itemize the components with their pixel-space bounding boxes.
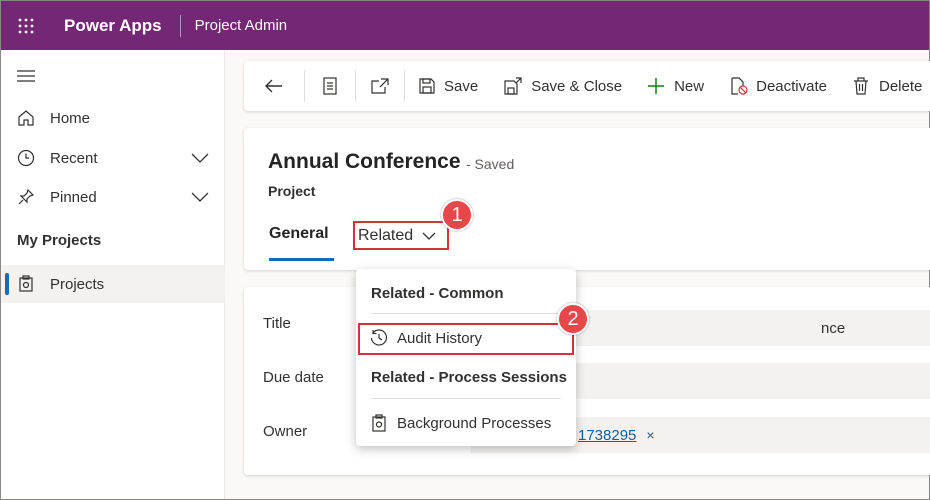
project-icon bbox=[16, 274, 36, 294]
home-icon bbox=[16, 108, 36, 128]
form-icon bbox=[323, 77, 337, 95]
header-divider bbox=[179, 14, 181, 37]
delete-button[interactable]: Delete bbox=[853, 61, 922, 111]
chevron-down-icon bbox=[422, 227, 436, 245]
back-button[interactable] bbox=[244, 61, 304, 111]
hamburger-icon[interactable] bbox=[17, 69, 35, 87]
field-label-due-date: Due date bbox=[263, 369, 324, 386]
pop-out-icon bbox=[371, 78, 389, 94]
menu-divider bbox=[371, 398, 561, 399]
plus-icon bbox=[648, 78, 665, 94]
audit-history-highlight bbox=[358, 323, 574, 355]
command-bar: Save Save & Close New Deactivate Delete bbox=[244, 61, 930, 111]
record-title: Annual Conference bbox=[268, 150, 461, 173]
record-header: Annual Conference - Saved Project Genera… bbox=[244, 128, 930, 270]
delete-label: Delete bbox=[878, 77, 923, 95]
sidebar: Home Recent Pinned My Projects Projects bbox=[1, 50, 225, 499]
tab-related[interactable]: Related bbox=[353, 221, 449, 250]
related-menu: Related - Common Audit History Related -… bbox=[356, 269, 576, 446]
deactivate-icon bbox=[730, 77, 748, 95]
sidebar-item-home[interactable]: Home bbox=[1, 99, 225, 137]
new-button[interactable]: New bbox=[648, 61, 704, 111]
owner-lookup-link[interactable]: 1738295 bbox=[578, 427, 636, 444]
entity-name: Project bbox=[268, 183, 316, 199]
save-label: Save bbox=[444, 77, 479, 95]
save-icon bbox=[419, 78, 435, 94]
sidebar-item-pinned[interactable]: Pinned bbox=[1, 178, 225, 216]
chevron-down-icon[interactable] bbox=[191, 150, 209, 167]
open-new-window-button[interactable] bbox=[356, 61, 404, 111]
chevron-down-icon[interactable] bbox=[191, 189, 209, 206]
active-tab-indicator bbox=[269, 258, 334, 261]
deactivate-button[interactable]: Deactivate bbox=[730, 61, 827, 111]
field-label-title: Title bbox=[263, 315, 291, 332]
save-button[interactable]: Save bbox=[419, 61, 478, 111]
menu-item-label: Background Processes bbox=[397, 414, 552, 432]
tab-general[interactable]: General bbox=[269, 225, 329, 243]
menu-item-background-processes[interactable]: Background Processes bbox=[370, 412, 551, 434]
tab-related-label: Related bbox=[358, 226, 414, 244]
sidebar-item-label: Projects bbox=[50, 275, 105, 293]
save-close-icon bbox=[504, 77, 522, 95]
deactivate-label: Deactivate bbox=[756, 77, 827, 95]
form-view-button[interactable] bbox=[305, 61, 355, 111]
sidebar-item-projects[interactable]: Projects bbox=[1, 265, 225, 303]
sidebar-section-title: My Projects bbox=[17, 232, 102, 249]
menu-group-common: Related - Common bbox=[371, 285, 504, 302]
new-label: New bbox=[674, 77, 705, 95]
save-status: - Saved bbox=[466, 156, 515, 172]
save-close-button[interactable]: Save & Close bbox=[504, 61, 622, 111]
remove-owner-icon[interactable]: × bbox=[646, 427, 654, 443]
app-header: Power Apps Project Admin bbox=[1, 1, 929, 50]
menu-group-process-sessions: Related - Process Sessions bbox=[371, 369, 567, 386]
field-label-owner: Owner bbox=[263, 423, 308, 440]
app-name[interactable]: Power Apps bbox=[64, 16, 162, 36]
callout-badge-1: 1 bbox=[441, 199, 473, 231]
title-field-value: nce bbox=[821, 319, 846, 337]
process-icon bbox=[370, 414, 388, 432]
sidebar-item-label: Recent bbox=[50, 149, 98, 167]
pin-icon bbox=[16, 187, 36, 207]
sidebar-item-label: Pinned bbox=[50, 188, 97, 206]
menu-divider bbox=[371, 313, 561, 314]
environment-name[interactable]: Project Admin bbox=[195, 17, 288, 34]
toolbar-divider bbox=[404, 70, 405, 102]
callout-badge-2: 2 bbox=[557, 303, 589, 335]
sidebar-item-recent[interactable]: Recent bbox=[1, 139, 225, 177]
trash-icon bbox=[853, 77, 869, 95]
app-launcher-icon[interactable] bbox=[1, 1, 51, 50]
arrow-left-icon bbox=[265, 79, 283, 93]
save-close-label: Save & Close bbox=[531, 77, 623, 95]
sidebar-item-label: Home bbox=[50, 109, 91, 127]
clock-icon bbox=[16, 148, 36, 168]
